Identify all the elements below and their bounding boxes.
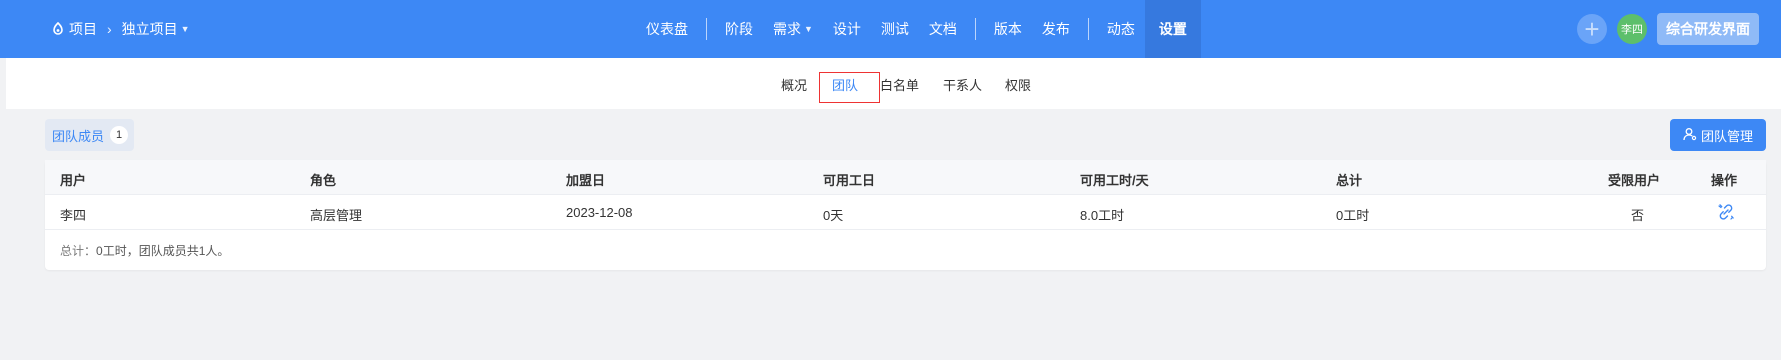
- top-navbar: 项目 › 独立项目 ▼ 仪表盘 阶段 需求 ▼ 设计 测试 文档 版本 发布 动态…: [0, 0, 1781, 58]
- unlink-icon[interactable]: [1717, 203, 1735, 224]
- caret-down-icon: ▼: [804, 24, 813, 34]
- nav-label: 设置: [1158, 21, 1187, 37]
- nav-label: 发布: [1041, 21, 1070, 37]
- col-role: 角色: [310, 173, 337, 188]
- cell-restricted: 否: [1631, 208, 1645, 223]
- topbar-tools: + 李四 综合研发界面: [1577, 0, 1759, 58]
- tab-overview[interactable]: 概况: [781, 75, 807, 94]
- cell-hours-per-day: 8.0工时: [1080, 208, 1125, 223]
- cell-available-days: 0天: [823, 208, 844, 223]
- cell-total: 0工时: [1336, 208, 1370, 223]
- col-restricted: 受限用户: [1608, 173, 1661, 188]
- plus-icon: +: [1584, 14, 1600, 44]
- tab-permissions[interactable]: 权限: [1005, 75, 1031, 94]
- nav-item-design[interactable]: 设计: [823, 0, 871, 58]
- team-members-chip[interactable]: 团队成员 1: [45, 119, 135, 151]
- workspace-switch-button[interactable]: 综合研发界面: [1657, 13, 1759, 45]
- nav-divider: [1087, 18, 1089, 40]
- team-table: 用户 角色 加盟日 可用工日 可用工时/天 总计 受限用户 操作 李四 高层管理…: [45, 160, 1766, 270]
- chevron-right-icon: ›: [107, 21, 112, 37]
- col-user: 用户: [60, 173, 87, 188]
- nav-divider: [706, 18, 707, 40]
- user-manage-icon: [1683, 127, 1701, 144]
- nav-item-test[interactable]: 测试: [871, 0, 919, 58]
- summary-text: 0工时，团队成员共1人。: [96, 244, 230, 258]
- cell-join-date: 2023-12-08: [566, 205, 633, 220]
- col-total: 总计: [1336, 173, 1363, 188]
- nav-label: 文档: [928, 21, 957, 37]
- team-members-label: 团队成员: [52, 128, 105, 144]
- nav-item-activity[interactable]: 动态: [1097, 0, 1145, 58]
- caret-down-icon[interactable]: ▼: [181, 24, 190, 34]
- selection-highlight: [819, 72, 880, 103]
- nav-label: 测试: [880, 21, 909, 37]
- member-count-badge: 1: [110, 126, 129, 144]
- summary-prefix: 总计：: [60, 244, 97, 258]
- cell-role: 高层管理: [310, 208, 363, 223]
- col-join-date: 加盟日: [566, 173, 606, 188]
- breadcrumb-root[interactable]: 项目: [69, 19, 97, 39]
- breadcrumb: 项目 › 独立项目 ▼: [52, 0, 190, 58]
- nav-label: 阶段: [725, 21, 753, 37]
- nav-label: 需求: [773, 21, 801, 37]
- team-manage-button[interactable]: 团队管理: [1670, 119, 1766, 151]
- table-summary: 总计：0工时，团队成员共1人。: [60, 242, 229, 259]
- sub-tabs: 概况 团队 白名单 干系人 权限: [6, 58, 1781, 109]
- breadcrumb-project[interactable]: 独立项目: [122, 19, 178, 39]
- nav-divider: [974, 18, 976, 40]
- project-icon: [52, 22, 64, 36]
- table-row: 李四 高层管理 2023-12-08 0天 8.0工时 0工时 否: [45, 195, 1766, 230]
- nav-item-docs[interactable]: 文档: [919, 0, 967, 58]
- nav-item-settings[interactable]: 设置: [1144, 0, 1201, 58]
- table-header: 用户 角色 加盟日 可用工日 可用工时/天 总计 受限用户 操作: [45, 160, 1766, 195]
- col-available-days: 可用工日: [823, 173, 876, 188]
- avatar[interactable]: 李四: [1617, 14, 1647, 44]
- col-hours-per-day: 可用工时/天: [1080, 173, 1149, 188]
- nav-item-stage[interactable]: 阶段: [715, 0, 763, 58]
- nav-item-dashboard[interactable]: 仪表盘: [636, 0, 698, 58]
- cell-user: 李四: [60, 208, 87, 223]
- team-manage-label: 团队管理: [1700, 128, 1753, 144]
- nav-item-requirement[interactable]: 需求 ▼: [763, 0, 823, 58]
- nav-item-release[interactable]: 发布: [1032, 0, 1080, 58]
- tab-stakeholders[interactable]: 干系人: [943, 75, 982, 94]
- nav-label: 仪表盘: [646, 21, 688, 37]
- nav-item-version[interactable]: 版本: [984, 0, 1032, 58]
- nav-label: 动态: [1106, 21, 1135, 37]
- add-button[interactable]: +: [1577, 14, 1607, 44]
- main-nav: 仪表盘 阶段 需求 ▼ 设计 测试 文档 版本 发布 动态 设置: [636, 0, 1201, 58]
- nav-label: 设计: [832, 21, 861, 37]
- nav-label: 版本: [993, 21, 1022, 37]
- col-actions: 操作: [1711, 173, 1738, 188]
- tab-whitelist[interactable]: 白名单: [880, 75, 919, 94]
